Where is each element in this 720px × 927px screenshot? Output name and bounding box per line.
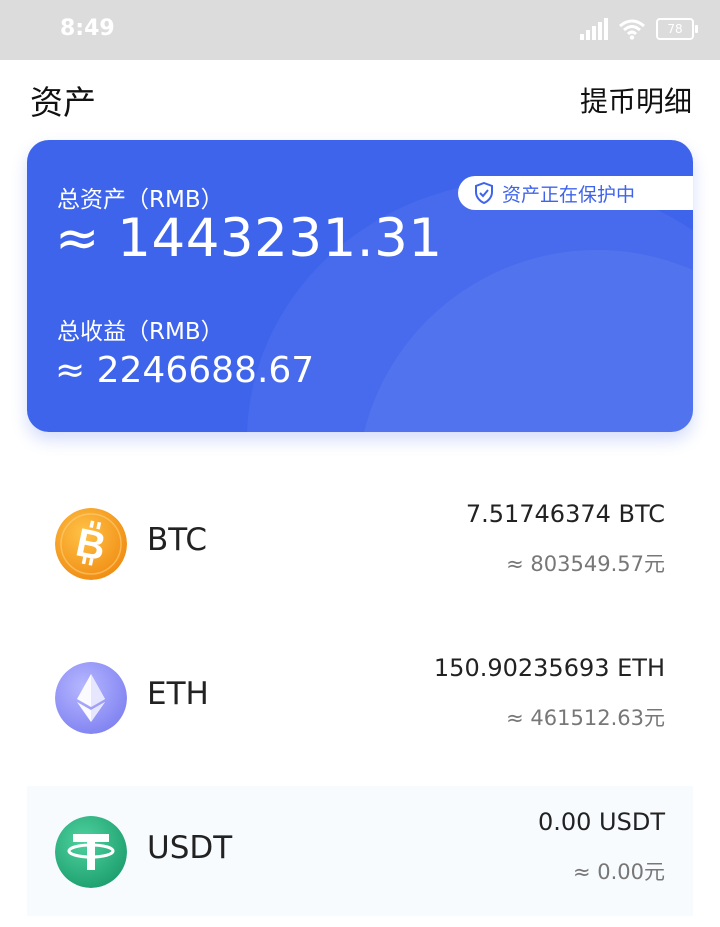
ethereum-icon <box>55 662 127 734</box>
withdrawal-details-link[interactable]: 提币明细 <box>580 80 692 120</box>
status-time: 8:49 <box>60 16 115 41</box>
protection-badge[interactable]: 资产正在保护中 <box>458 176 693 210</box>
protection-badge-label: 资产正在保护中 <box>502 183 636 206</box>
asset-fiat-value: ≈ 461512.63元 <box>506 706 665 730</box>
signal-icon <box>580 18 608 40</box>
asset-row-usdt[interactable]: USDT 0.00 USDT ≈ 0.00元 <box>27 786 693 916</box>
shield-check-icon <box>475 182 493 204</box>
battery-icon: 78 <box>656 18 698 40</box>
wifi-icon <box>619 19 645 40</box>
total-earnings-label: 总收益（RMB） <box>57 319 224 345</box>
bitcoin-icon: B <box>55 508 127 580</box>
total-assets-value: ≈ 1443231.31 <box>55 208 443 269</box>
asset-amount: 7.51746374 BTC <box>465 500 665 528</box>
asset-row-btc[interactable]: B BTC 7.51746374 BTC ≈ 803549.57元 <box>27 478 693 608</box>
asset-symbol: ETH <box>147 676 209 712</box>
status-bar: 8:49 78 <box>0 0 720 60</box>
status-icons: 78 <box>580 18 698 40</box>
asset-symbol: USDT <box>147 830 233 866</box>
asset-symbol: BTC <box>147 522 208 558</box>
page-title: 资产 <box>30 83 96 122</box>
asset-fiat-value: ≈ 0.00元 <box>572 860 665 884</box>
asset-row-eth[interactable]: ETH 150.90235693 ETH ≈ 461512.63元 <box>27 632 693 762</box>
total-earnings-value: ≈ 2246688.67 <box>55 350 315 391</box>
tether-icon <box>55 816 127 888</box>
asset-amount: 150.90235693 ETH <box>433 654 665 682</box>
asset-summary-card: 资产正在保护中 总资产（RMB） ≈ 1443231.31 总收益（RMB） ≈… <box>27 140 693 432</box>
asset-fiat-value: ≈ 803549.57元 <box>506 552 665 576</box>
asset-amount: 0.00 USDT <box>537 808 665 836</box>
